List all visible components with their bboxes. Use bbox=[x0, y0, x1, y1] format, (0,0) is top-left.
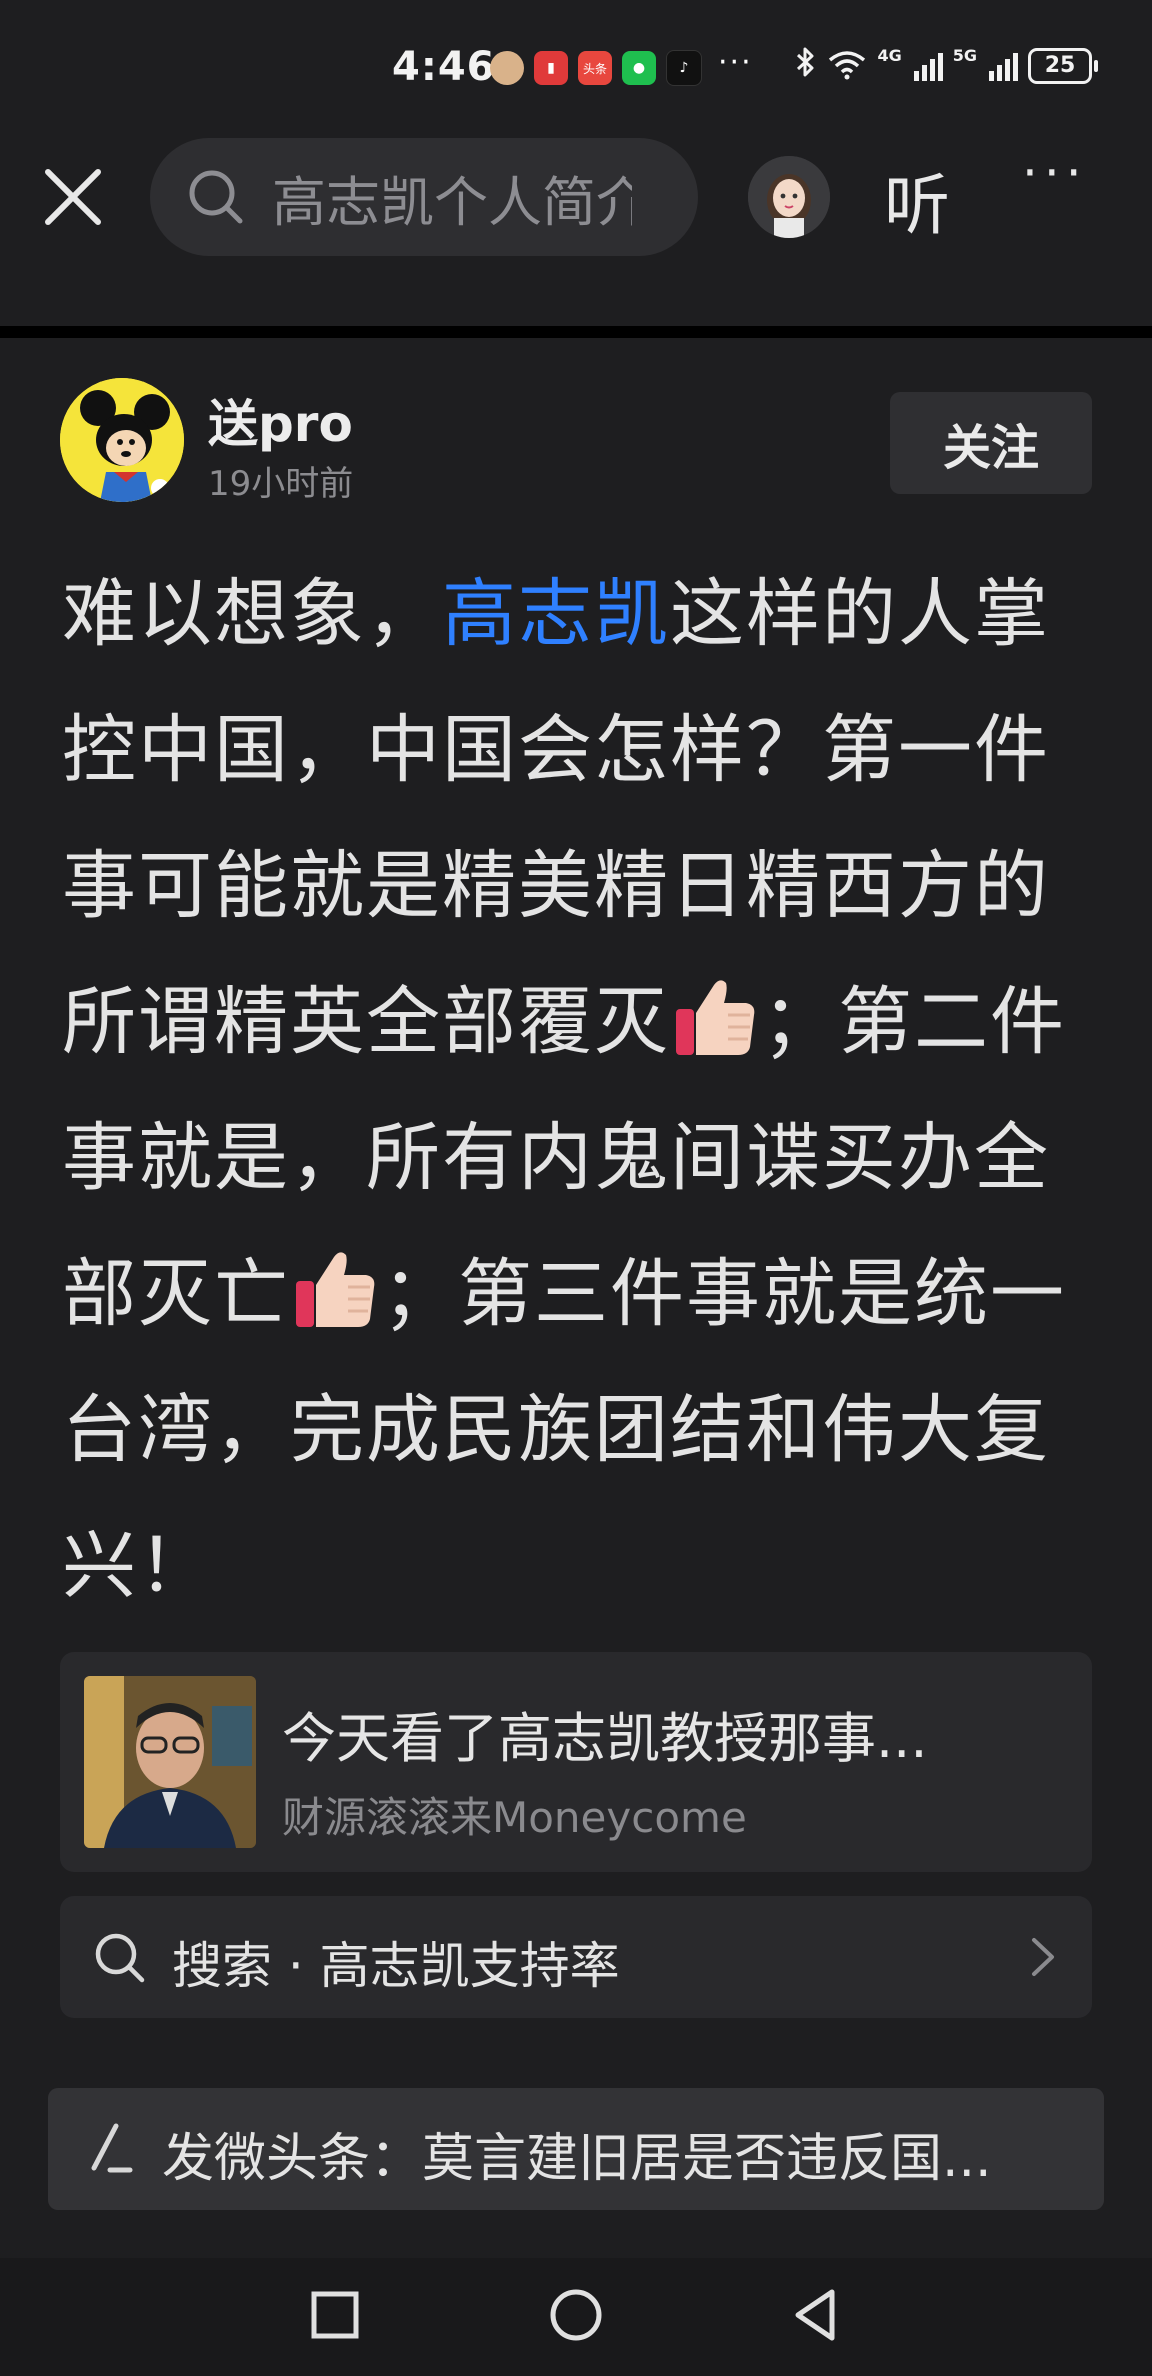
home-button[interactable] bbox=[541, 2280, 611, 2350]
triangle-back-icon bbox=[795, 2289, 835, 2341]
search-icon bbox=[186, 167, 246, 227]
thumbs-up-icon bbox=[296, 1252, 375, 1327]
square-icon bbox=[311, 2291, 359, 2339]
chevron-right-icon bbox=[1028, 1934, 1058, 1980]
system-icons: 4G 5G 25 bbox=[795, 46, 1098, 85]
system-nav-bar bbox=[0, 2258, 1152, 2376]
close-icon bbox=[45, 169, 101, 225]
wechat-icon: ● bbox=[622, 51, 656, 85]
search-placeholder: 高志凯个人简介 bbox=[272, 170, 632, 234]
topic-link[interactable]: 高志凯 bbox=[442, 571, 670, 657]
status-bar: 4:46 ▮ 头条 ● ♪ ··· 4G 5G 25 bbox=[0, 0, 1152, 130]
network-5g-label: 5G bbox=[952, 46, 977, 65]
battery-icon: 25 bbox=[1028, 47, 1098, 84]
circle-icon bbox=[550, 2289, 602, 2341]
compose-bar[interactable]: 发微头条：莫言建旧居是否违反国... bbox=[48, 2088, 1104, 2210]
post-header: 送pro 19小时前 关注 bbox=[0, 370, 1152, 510]
search-input[interactable]: 高志凯个人简介 bbox=[150, 138, 698, 256]
bluetooth-icon bbox=[795, 46, 817, 85]
back-button[interactable] bbox=[782, 2280, 852, 2350]
tiktok-icon: ♪ bbox=[666, 50, 702, 86]
red-book-icon: ▮ bbox=[534, 51, 568, 85]
follow-button[interactable]: 关注 bbox=[890, 392, 1092, 494]
link-source: 财源滚滚来Moneycome bbox=[282, 1793, 747, 1842]
status-time: 4:46 bbox=[392, 44, 496, 90]
pen-icon bbox=[80, 2116, 146, 2182]
search-suggestion-text: 搜索 · 高志凯支持率 bbox=[172, 1937, 620, 1995]
divider bbox=[0, 326, 1152, 338]
link-card[interactable]: 今天看了高志凯教授那事... 财源滚滚来Moneycome bbox=[60, 1652, 1092, 1872]
network-4g-label: 4G bbox=[877, 46, 902, 65]
link-title: 今天看了高志凯教授那事... bbox=[282, 1707, 928, 1770]
notification-icons: ▮ 头条 ● ♪ ··· bbox=[490, 45, 753, 86]
more-notifications-icon: ··· bbox=[718, 44, 753, 80]
compose-prompt: 发微头条：莫言建旧居是否违反国... bbox=[162, 2129, 992, 2189]
author-name[interactable]: 送pro bbox=[208, 384, 353, 456]
signal-1-icon bbox=[913, 51, 943, 81]
recent-apps-button[interactable] bbox=[300, 2280, 370, 2350]
signal-2-icon bbox=[989, 51, 1018, 81]
listen-button[interactable]: 听 bbox=[884, 152, 950, 248]
assistant-avatar[interactable] bbox=[748, 156, 830, 238]
post-text: 难以想象， bbox=[62, 571, 442, 657]
more-button[interactable]: ··· bbox=[1022, 144, 1088, 202]
post-time: 19小时前 bbox=[208, 464, 354, 504]
thumbs-up-icon bbox=[676, 980, 755, 1055]
avatar-icon bbox=[490, 51, 524, 85]
toutiao-icon: 头条 bbox=[578, 51, 612, 85]
post-body: 难以想象，高志凯这样的人掌控中国，中国会怎样？第一件事可能就是精美精日精西方的所… bbox=[62, 546, 1102, 1634]
search-icon bbox=[92, 1930, 148, 1986]
link-thumbnail bbox=[84, 1676, 256, 1848]
top-nav: 高志凯个人简介 听 ··· bbox=[0, 130, 1152, 280]
search-suggestion[interactable]: 搜索 · 高志凯支持率 bbox=[60, 1896, 1092, 2018]
close-button[interactable] bbox=[38, 162, 118, 242]
author-avatar[interactable] bbox=[60, 378, 184, 502]
wifi-icon bbox=[827, 48, 867, 84]
